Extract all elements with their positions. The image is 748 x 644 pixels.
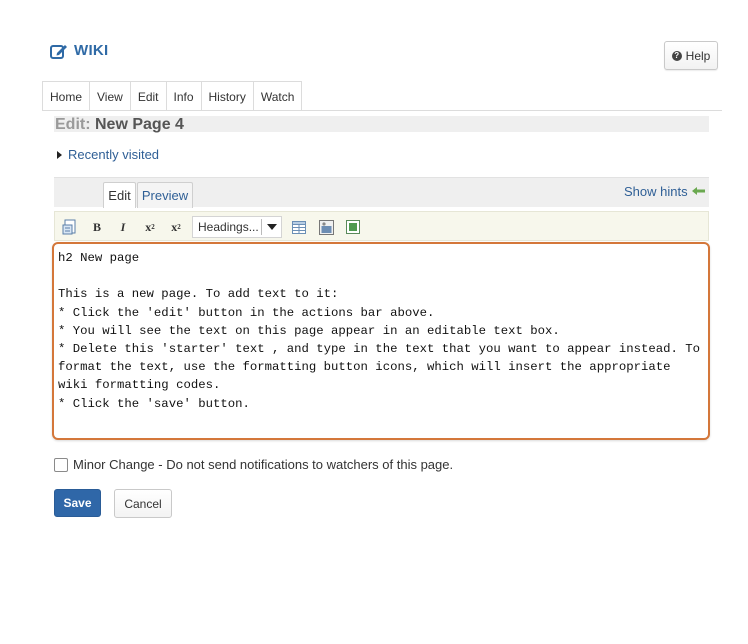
embed-icon[interactable]: [345, 219, 361, 235]
tab-edit[interactable]: Edit: [103, 182, 136, 208]
tool-tab-edit[interactable]: Edit: [130, 82, 167, 111]
minor-change-label: Minor Change - Do not send notifications…: [73, 457, 454, 472]
save-button[interactable]: Save: [54, 489, 101, 517]
show-hints-label: Show hints: [624, 184, 688, 199]
help-label: Help: [685, 48, 711, 63]
help-button[interactable]: ? Help: [664, 41, 718, 70]
minor-change-checkbox[interactable]: [54, 457, 68, 472]
triangle-right-icon: [57, 150, 62, 159]
page-title-name: New Page 4: [95, 116, 184, 133]
chevron-down-icon: [267, 224, 277, 230]
headings-select[interactable]: Headings...: [192, 216, 282, 238]
headings-select-value: Headings...: [198, 220, 259, 234]
tool-tab-info[interactable]: Info: [166, 82, 202, 111]
show-hints-link[interactable]: Show hints: [624, 184, 706, 199]
italic-button[interactable]: I: [116, 219, 130, 235]
table-icon[interactable]: [291, 219, 307, 235]
tool-tab-home[interactable]: Home: [43, 82, 91, 111]
bold-button[interactable]: B: [90, 219, 104, 235]
page-title: Edit: New Page 4: [54, 116, 709, 133]
minor-change-option[interactable]: Minor Change - Do not send notifications…: [54, 457, 453, 472]
wiki-title: WIKI: [50, 42, 109, 59]
recently-visited-label: Recently visited: [68, 147, 160, 162]
edit-pencil-icon: [50, 43, 68, 59]
arrow-left-icon: [691, 184, 706, 199]
tool-tab-watch[interactable]: Watch: [253, 82, 302, 111]
superscript-button[interactable]: x2: [141, 219, 159, 235]
recently-visited-toggle[interactable]: Recently visited: [57, 147, 159, 162]
tool-tab-history[interactable]: History: [201, 82, 254, 111]
tab-preview[interactable]: Preview: [137, 182, 193, 208]
subscript-button[interactable]: x2: [167, 219, 185, 235]
page-title-prefix: Edit:: [55, 116, 91, 133]
wiki-content-textarea[interactable]: h2 New page This is a new page. To add t…: [52, 242, 710, 440]
document-icon[interactable]: [62, 219, 78, 235]
wiki-title-text: WIKI: [74, 42, 109, 59]
headings-select-divider: [261, 219, 262, 235]
question-circle-icon: ?: [671, 50, 682, 61]
image-icon[interactable]: [318, 219, 334, 235]
tool-tab-view[interactable]: View: [90, 82, 131, 111]
tool-menu: Home View Edit Info History Watch: [42, 81, 303, 111]
tool-menu-divider: [42, 110, 722, 111]
cancel-button[interactable]: Cancel: [114, 489, 172, 518]
